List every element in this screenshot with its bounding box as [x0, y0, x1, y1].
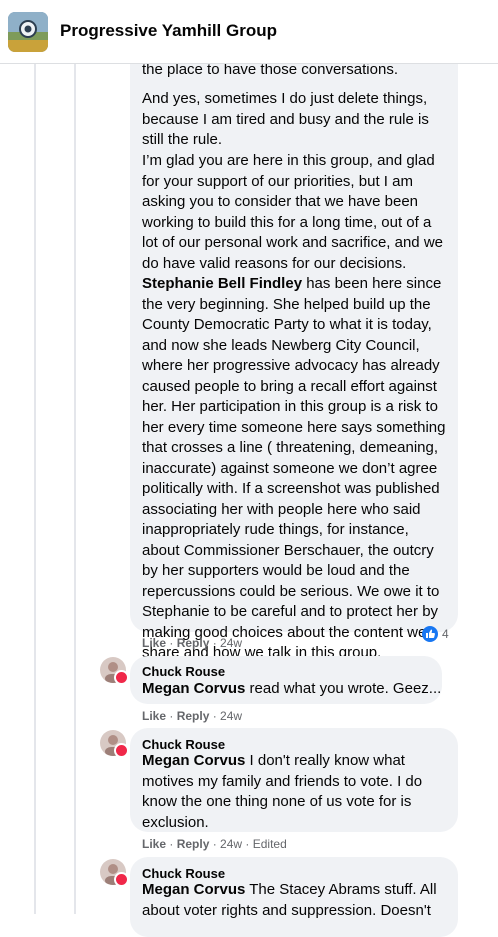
- like-button[interactable]: Like: [142, 636, 166, 650]
- reply-button[interactable]: Reply: [177, 636, 210, 650]
- like-button[interactable]: Like: [142, 837, 166, 851]
- group-header: Progressive Yamhill Group: [0, 0, 498, 64]
- timestamp[interactable]: 24w: [220, 636, 242, 650]
- reaction-summary[interactable]: 4: [422, 624, 449, 644]
- timestamp[interactable]: 24w: [220, 837, 242, 851]
- mention-link[interactable]: Stephanie Bell Findley: [142, 275, 302, 292]
- user-avatar[interactable]: [100, 730, 129, 758]
- reply-author[interactable]: Chuck Rouse: [142, 664, 225, 679]
- status-badge: [114, 872, 129, 887]
- comment-actions: Like · Reply · 24w: [142, 636, 243, 650]
- user-avatar[interactable]: [100, 859, 129, 887]
- status-badge: [114, 743, 129, 758]
- reply-button[interactable]: Reply: [177, 709, 210, 723]
- reply-text: Megan Corvus The Stacey Abrams stuff. Al…: [142, 881, 437, 919]
- timestamp[interactable]: 24w: [220, 709, 242, 723]
- reply-author[interactable]: Chuck Rouse: [142, 737, 225, 752]
- thread-line: [74, 63, 76, 914]
- comment-text: And yes, sometimes I do just delete thin…: [142, 90, 429, 148]
- status-badge: [114, 670, 129, 685]
- reaction-count: 4: [442, 627, 449, 641]
- mention-link[interactable]: Megan Corvus: [142, 680, 245, 697]
- thread-line: [34, 63, 36, 914]
- comment-text: I’m glad you are here in this group, and…: [142, 152, 446, 661]
- reply-actions: Like · Reply · 24w: [142, 709, 243, 723]
- group-avatar-image[interactable]: [8, 12, 48, 52]
- mention-link[interactable]: Megan Corvus: [142, 752, 245, 769]
- reply-text: Megan Corvus read what you wrote. Geez..…: [142, 680, 442, 697]
- like-button[interactable]: Like: [142, 709, 166, 723]
- mention-link[interactable]: Megan Corvus: [142, 881, 245, 898]
- edited-label[interactable]: Edited: [253, 837, 287, 851]
- reply-button[interactable]: Reply: [177, 837, 210, 851]
- like-reaction-icon: [422, 626, 438, 642]
- reply-text: Megan Corvus I don't really know what mo…: [142, 752, 423, 831]
- group-name[interactable]: Progressive Yamhill Group: [60, 21, 277, 41]
- reply-author[interactable]: Chuck Rouse: [142, 866, 225, 881]
- reply-actions: Like · Reply · 24w · Edited: [142, 837, 287, 851]
- user-avatar[interactable]: [100, 657, 129, 685]
